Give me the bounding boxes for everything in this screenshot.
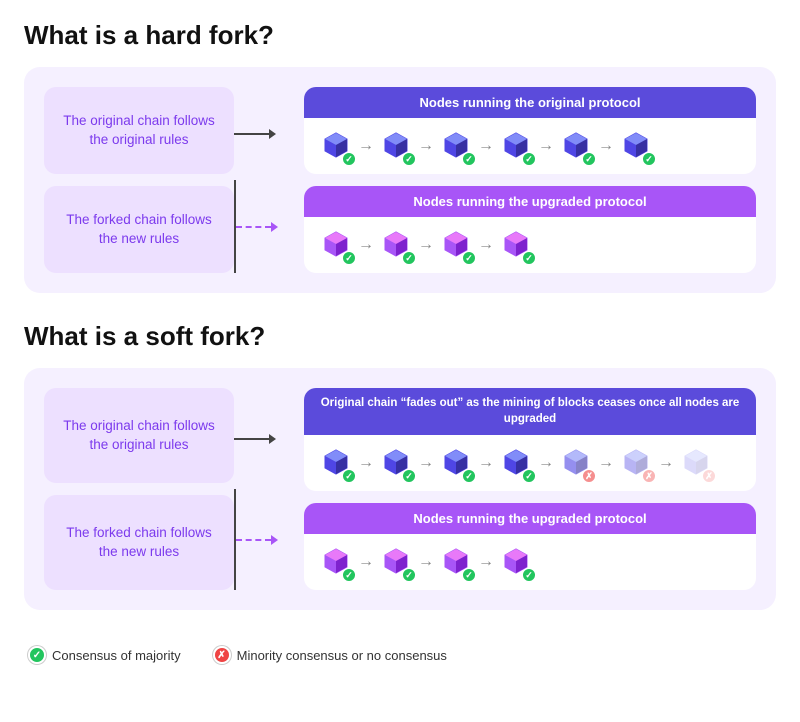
badge-green: ✓: [522, 469, 536, 483]
arrow: →: [538, 454, 554, 472]
arrow: →: [598, 454, 614, 472]
badge-green: ✓: [462, 568, 476, 582]
badge-red: ✗: [642, 469, 656, 483]
badge-green: ✓: [402, 568, 416, 582]
soft-fork-original-chain-header: Original chain “fades out” as the mining…: [304, 388, 756, 435]
block: ✓: [438, 544, 474, 580]
badge-red: ✗: [702, 469, 716, 483]
block: ✗: [618, 445, 654, 481]
arrow: →: [418, 454, 434, 472]
legend-red-badge: ✗: [213, 646, 231, 664]
soft-fork-original-label: The original chain follows the original …: [44, 388, 234, 483]
soft-fork-labels: The original chain follows the original …: [44, 388, 234, 590]
arrow: →: [598, 137, 614, 155]
legend-green-badge: ✓: [28, 646, 46, 664]
block: ✓: [498, 128, 534, 164]
arrow: →: [658, 454, 674, 472]
hard-fork-forked-chain-blocks: ✓ → ✓ → ✓ → ✓: [304, 217, 756, 273]
hard-fork-section: The original chain follows the original …: [24, 67, 776, 293]
soft-fork-forked-label: The forked chain follows the new rules: [44, 495, 234, 590]
arrow: →: [418, 236, 434, 254]
soft-fork-forked-chain: Nodes running the upgraded protocol ✓ → …: [304, 503, 756, 590]
arrow: →: [478, 454, 494, 472]
hard-fork-original-chain-header: Nodes running the original protocol: [304, 87, 756, 118]
block: ✓: [318, 445, 354, 481]
badge-green: ✓: [462, 152, 476, 166]
badge-green: ✓: [402, 469, 416, 483]
block: ✓: [438, 128, 474, 164]
soft-fork-section: The original chain follows the original …: [24, 368, 776, 610]
soft-fork-diagram: The original chain follows the original …: [44, 388, 756, 590]
hard-fork-title: What is a hard fork?: [24, 20, 776, 51]
hard-fork-original-chain-blocks: ✓ → ✓ → ✓ → ✓: [304, 118, 756, 174]
legend: ✓ Consensus of majority ✗ Minority conse…: [24, 638, 776, 664]
arrow: →: [478, 137, 494, 155]
legend-green: ✓ Consensus of majority: [28, 646, 181, 664]
hard-fork-forked-label: The forked chain follows the new rules: [44, 186, 234, 273]
hard-fork-diagram: The original chain follows the original …: [44, 87, 756, 273]
arrow: →: [538, 137, 554, 155]
badge-green: ✓: [462, 251, 476, 265]
block: ✓: [498, 227, 534, 263]
legend-red: ✗ Minority consensus or no consensus: [213, 646, 447, 664]
arrow: →: [358, 553, 374, 571]
hard-fork-chains: Nodes running the original protocol ✓ →: [304, 87, 756, 273]
badge-green: ✓: [522, 152, 536, 166]
arrow: →: [418, 137, 434, 155]
block: ✓: [438, 227, 474, 263]
block: ✗: [678, 445, 714, 481]
legend-red-label: Minority consensus or no consensus: [237, 648, 447, 663]
hard-fork-labels: The original chain follows the original …: [44, 87, 234, 273]
badge-green: ✓: [402, 152, 416, 166]
soft-fork-title: What is a soft fork?: [24, 321, 776, 352]
block: ✓: [618, 128, 654, 164]
block: ✓: [498, 544, 534, 580]
arrow: →: [358, 137, 374, 155]
arrow: →: [358, 454, 374, 472]
arrow: →: [478, 236, 494, 254]
hard-fork-connector: [234, 87, 304, 273]
soft-fork-original-chain: Original chain “fades out” as the mining…: [304, 388, 756, 491]
soft-fork-forked-chain-blocks: ✓ → ✓ → ✓ → ✓: [304, 534, 756, 590]
arrow: →: [358, 236, 374, 254]
block: ✓: [318, 544, 354, 580]
badge-green: ✓: [642, 152, 656, 166]
block: ✓: [318, 227, 354, 263]
block: ✓: [378, 544, 414, 580]
arrow: →: [418, 553, 434, 571]
hard-fork-original-chain: Nodes running the original protocol ✓ →: [304, 87, 756, 174]
block: ✓: [378, 445, 414, 481]
arrow: →: [478, 553, 494, 571]
badge-green: ✓: [342, 469, 356, 483]
block: ✓: [378, 227, 414, 263]
hard-fork-forked-chain-header: Nodes running the upgraded protocol: [304, 186, 756, 217]
block: ✓: [498, 445, 534, 481]
soft-fork-original-chain-blocks: ✓ → ✓ → ✓ → ✓: [304, 435, 756, 491]
badge-green: ✓: [522, 568, 536, 582]
badge-red: ✗: [582, 469, 596, 483]
badge-green: ✓: [582, 152, 596, 166]
soft-fork-chains: Original chain “fades out” as the mining…: [304, 388, 756, 590]
soft-fork-connector: [234, 388, 304, 590]
badge-green: ✓: [522, 251, 536, 265]
legend-green-label: Consensus of majority: [52, 648, 181, 663]
badge-green: ✓: [462, 469, 476, 483]
badge-green: ✓: [402, 251, 416, 265]
block: ✗: [558, 445, 594, 481]
block: ✓: [558, 128, 594, 164]
block: ✓: [318, 128, 354, 164]
block: ✓: [378, 128, 414, 164]
badge-green: ✓: [342, 152, 356, 166]
soft-fork-forked-chain-header: Nodes running the upgraded protocol: [304, 503, 756, 534]
hard-fork-forked-chain: Nodes running the upgraded protocol ✓ → …: [304, 186, 756, 273]
hard-fork-original-label: The original chain follows the original …: [44, 87, 234, 174]
badge-green: ✓: [342, 568, 356, 582]
block: ✓: [438, 445, 474, 481]
badge-green: ✓: [342, 251, 356, 265]
